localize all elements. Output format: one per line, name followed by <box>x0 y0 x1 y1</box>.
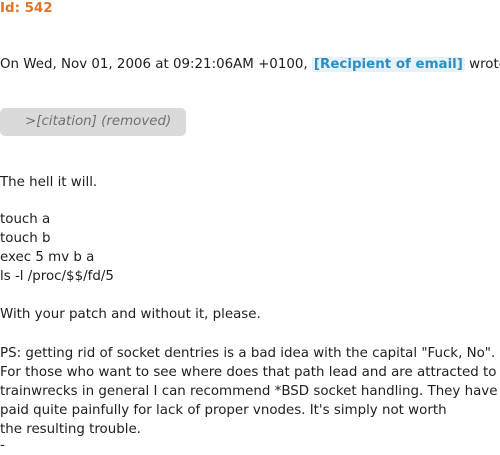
message-id: Id: 542 <box>0 1 53 16</box>
signature-separator: - <box>0 438 5 453</box>
ps-line: For those who want to see where does tha… <box>0 365 497 380</box>
body-paragraph: With your patch and without it, please. <box>0 307 261 322</box>
citation-block[interactable]: >[citation] (removed) <box>0 108 186 136</box>
ps-line: PS: getting rid of socket dentries is a … <box>0 346 496 361</box>
attribution-suffix: wrote: <box>469 57 500 72</box>
body-paragraph: The hell it will. <box>0 175 98 190</box>
ps-line: the resulting trouble. <box>0 422 141 437</box>
attribution-line: On Wed, Nov 01, 2006 at 09:21:06AM +0100… <box>0 55 500 74</box>
code-line: touch a <box>0 212 51 227</box>
recipient-link[interactable]: [Recipient of email] <box>311 57 465 72</box>
attribution-prefix: On Wed, Nov 01, 2006 at 09:21:06AM +0100… <box>0 57 308 72</box>
code-line: ls -l /proc/$$/fd/5 <box>0 269 114 284</box>
code-line: exec 5 mv b a <box>0 250 95 265</box>
ps-line: trainwrecks in general I can recommend *… <box>0 384 498 399</box>
code-line: touch b <box>0 231 51 246</box>
ps-line: paid quite painfully for lack of proper … <box>0 403 447 418</box>
